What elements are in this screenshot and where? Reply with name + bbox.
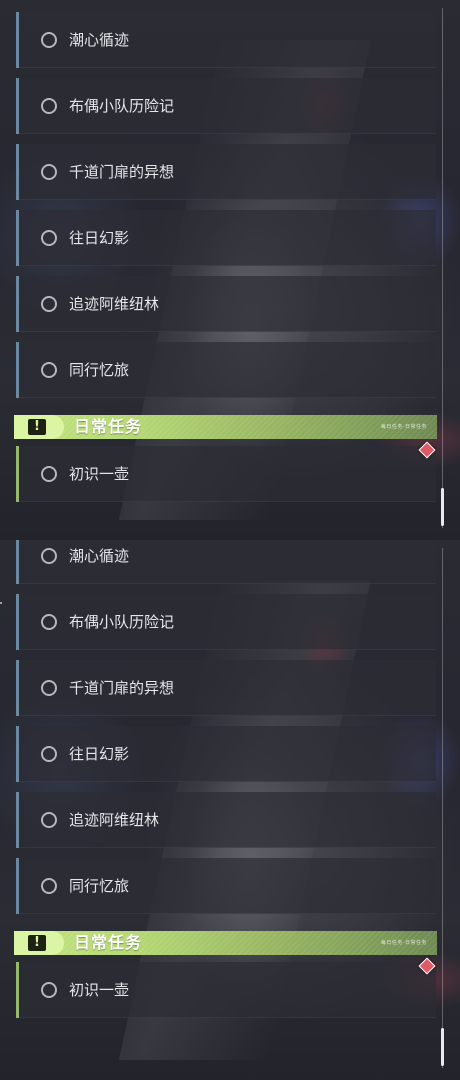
quest-label: 潮心循迹: [69, 547, 130, 565]
quest-item-daily[interactable]: 初识一壶: [16, 446, 436, 502]
quest-label: 布偶小队历险记: [69, 613, 175, 631]
quest-status-ring-icon: [41, 98, 57, 114]
edge-tick: [0, 602, 2, 604]
quest-status-ring-icon: [41, 362, 57, 378]
quest-item-story[interactable]: 追迹阿维纽林: [16, 792, 436, 848]
quest-label: 同行忆旅: [69, 361, 130, 379]
quest-label: 追迹阿维纽林: [69, 811, 160, 829]
daily-badge: !: [14, 415, 64, 439]
scroll-thumb[interactable]: [441, 488, 444, 526]
quest-status-ring-icon: [41, 296, 57, 312]
quest-label: 往日幻影: [69, 745, 130, 763]
quest-status-ring-icon: [41, 982, 57, 998]
quest-item-story[interactable]: 同行忆旅: [16, 342, 436, 398]
quest-item-daily[interactable]: 初识一壶: [16, 962, 436, 1018]
quest-item-story[interactable]: 千道门扉的异想: [16, 660, 436, 716]
quest-item-story[interactable]: 往日幻影: [16, 210, 436, 266]
quest-item-story[interactable]: 布偶小队历险记: [16, 594, 436, 650]
quest-label: 初识一壶: [69, 981, 130, 999]
quest-label: 布偶小队历险记: [69, 97, 175, 115]
daily-section-caption: 每日任务·日常任务: [380, 940, 427, 946]
quest-status-ring-icon: [41, 164, 57, 180]
quest-status-ring-icon: [41, 680, 57, 696]
quest-label: 潮心循迹: [69, 31, 130, 49]
scroll-track: [442, 548, 443, 1068]
scroll-track: [442, 8, 443, 528]
daily-section-caption: 每日任务·日常任务: [380, 424, 427, 430]
daily-section-title: 日常任务: [74, 933, 143, 952]
quest-status-ring-icon: [41, 878, 57, 894]
daily-section-title: 日常任务: [74, 417, 143, 436]
quest-status-ring-icon: [41, 548, 57, 564]
quest-panel-bottom: 潮心循迹 布偶小队历险记 千道门扉的异想 往日幻影 追迹阿维纽林 同行忆旅 ! …: [0, 540, 460, 1080]
quest-label: 往日幻影: [69, 229, 130, 247]
quest-item-story[interactable]: 往日幻影: [16, 726, 436, 782]
quest-label: 千道门扉的异想: [69, 679, 175, 697]
daily-quests-header[interactable]: ! 日常任务 每日任务·日常任务: [14, 415, 437, 439]
quest-item-story[interactable]: 追迹阿维纽林: [16, 276, 436, 332]
quest-item-story[interactable]: 同行忆旅: [16, 858, 436, 914]
exclamation-icon: !: [28, 935, 46, 951]
daily-badge: !: [14, 931, 64, 955]
quest-label: 初识一壶: [69, 465, 130, 483]
daily-quests-header[interactable]: ! 日常任务 每日任务·日常任务: [14, 931, 437, 955]
quest-status-ring-icon: [41, 812, 57, 828]
quest-status-ring-icon: [41, 32, 57, 48]
quest-item-story[interactable]: 布偶小队历险记: [16, 78, 436, 134]
quest-item-story[interactable]: 潮心循迹: [16, 540, 436, 584]
quest-label: 追迹阿维纽林: [69, 295, 160, 313]
quest-status-ring-icon: [41, 230, 57, 246]
quest-panel-top: 潮心循迹 布偶小队历险记 千道门扉的异想 往日幻影 追迹阿维纽林 同行忆旅 ! …: [0, 0, 460, 540]
quest-label: 千道门扉的异想: [69, 163, 175, 181]
quest-label: 同行忆旅: [69, 877, 130, 895]
exclamation-icon: !: [28, 419, 46, 435]
quest-status-ring-icon: [41, 466, 57, 482]
quest-item-story[interactable]: 潮心循迹: [16, 12, 436, 68]
scroll-thumb[interactable]: [441, 1028, 444, 1066]
quest-status-ring-icon: [41, 746, 57, 762]
quest-status-ring-icon: [41, 614, 57, 630]
quest-item-story[interactable]: 千道门扉的异想: [16, 144, 436, 200]
